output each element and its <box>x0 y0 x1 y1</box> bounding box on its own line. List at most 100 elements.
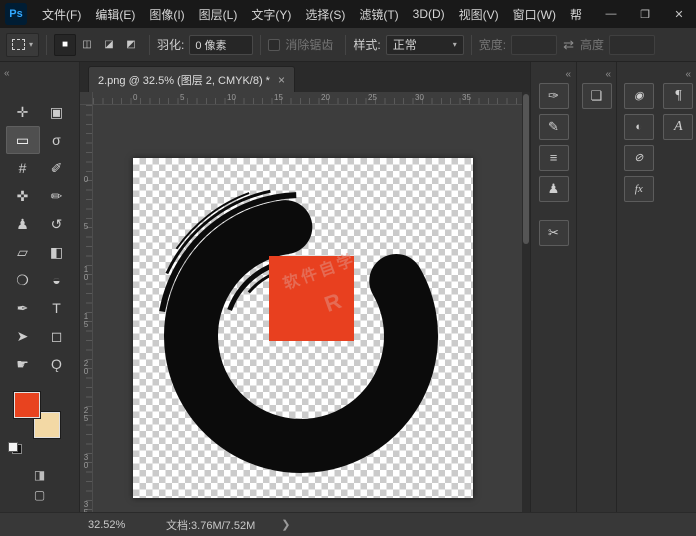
shape-tool[interactable]: ◻ <box>40 322 74 350</box>
type-tool[interactable]: T <box>40 294 74 322</box>
brush-settings-panel-icon[interactable]: ✑ <box>539 83 569 109</box>
ruler-number: 35 <box>82 484 91 512</box>
gradient-tool[interactable]: ◧ <box>40 238 74 266</box>
minimize-button[interactable]: — <box>594 0 628 28</box>
menu-item[interactable]: 滤镜(T) <box>352 0 405 28</box>
style-dropdown[interactable]: 正常 ▾ <box>386 35 464 55</box>
document-size-info: 文档:3.76M/7.52M <box>166 517 255 533</box>
subtract-from-selection-button[interactable]: ◪ <box>98 34 120 56</box>
brush-presets-panel-icon[interactable]: ✎ <box>539 114 569 140</box>
color-panel-icon[interactable]: ◉ <box>624 83 654 109</box>
close-tab-icon[interactable]: × <box>278 73 285 87</box>
ruler-number: 5 <box>82 202 91 249</box>
width-label: 宽度: <box>479 36 506 53</box>
ruler-number: 30 <box>415 92 462 104</box>
menu-item[interactable]: 编辑(E) <box>88 0 142 28</box>
zoom-tool[interactable]: Ǫ <box>40 350 74 378</box>
cut-panel-icon[interactable]: ✂ <box>539 220 569 246</box>
properties-panel-icon[interactable]: ≡ <box>539 145 569 171</box>
ruler-number: 15 <box>82 296 91 343</box>
clone-stamp-tool[interactable]: ♟ <box>6 210 40 238</box>
pen-tool[interactable]: ✒ <box>6 294 40 322</box>
menu-item[interactable]: 图层(L) <box>192 0 245 28</box>
selection-mode-group: ■◫◪◩ <box>54 34 142 56</box>
move-tool[interactable]: ✛ <box>6 98 40 126</box>
close-button[interactable]: ✕ <box>662 0 696 28</box>
dock-b-icons: ❏ <box>577 83 616 109</box>
path-selection-tool[interactable]: ➤ <box>6 322 40 350</box>
menu-item[interactable]: 视图(V) <box>452 0 506 28</box>
brush-tool[interactable]: ✏ <box>40 182 74 210</box>
character-styles-panel-icon[interactable]: A <box>663 114 693 140</box>
ruler-number: 25 <box>82 390 91 437</box>
ruler-number: 10 <box>227 92 274 104</box>
divider <box>149 35 150 55</box>
dock-header: « <box>531 62 576 78</box>
intersect-selection-button[interactable]: ◩ <box>120 34 142 56</box>
ruler-number: 5 <box>180 92 227 104</box>
ruler-number: 15 <box>274 92 321 104</box>
restore-button[interactable]: ❐ <box>628 0 662 28</box>
ruler-number: 0 <box>133 92 180 104</box>
scrollbar-thumb[interactable] <box>523 94 529 244</box>
screen-mode-button[interactable]: ▢ <box>34 488 45 502</box>
feather-input[interactable] <box>189 35 253 55</box>
style-label: 样式: <box>353 36 380 53</box>
new-selection-button[interactable]: ■ <box>54 34 76 56</box>
canvas-document[interactable]: 软件自学 R <box>133 158 473 498</box>
rectangular-marquee-tool[interactable]: ▭ <box>6 126 40 154</box>
document-tab-title: 2.png @ 32.5% (图层 2, CMYK/8) * <box>98 72 270 88</box>
status-chevron-icon[interactable]: ❯ <box>281 518 290 531</box>
crop-tool[interactable]: # <box>6 154 40 182</box>
quick-mask-button[interactable]: ◨ <box>34 468 45 482</box>
menu-item[interactable]: 帮 <box>563 0 589 28</box>
clone-source-panel-icon[interactable]: ♟ <box>539 176 569 202</box>
menu-item[interactable]: 选择(S) <box>298 0 352 28</box>
collapse-dock-icon[interactable]: « <box>565 69 571 80</box>
vertical-scrollbar[interactable] <box>522 92 530 512</box>
eraser-tool[interactable]: ▱ <box>6 238 40 266</box>
main-workspace: « ✛▣▭σ#✐✜✏♟↺▱◧❍◒✒T➤◻☛Ǫ ◨ ▢ 2.png @ 32.5%… <box>0 62 696 512</box>
styles-panel-icon[interactable]: ⊘ <box>624 145 654 171</box>
hand-tool[interactable]: ☛ <box>6 350 40 378</box>
foreground-color-swatch[interactable] <box>14 392 40 418</box>
width-input[interactable] <box>511 35 557 55</box>
history-brush-tool[interactable]: ↺ <box>40 210 74 238</box>
add-to-selection-button[interactable]: ◫ <box>76 34 98 56</box>
paragraph-panel-icon[interactable]: ¶ <box>663 83 693 109</box>
dock-a-icons: ✑ ✎ ≡ ♟ ✂ <box>531 83 576 246</box>
frame-tool[interactable]: ▣ <box>40 98 74 126</box>
dock-c-left-icons: ◉ ◐ ⊘ fx <box>621 78 657 202</box>
document-tab[interactable]: 2.png @ 32.5% (图层 2, CMYK/8) * × <box>88 66 295 92</box>
chevron-down-icon: ▾ <box>453 40 457 49</box>
height-input[interactable] <box>609 35 655 55</box>
blur-tool[interactable]: ❍ <box>6 266 40 294</box>
lasso-tool[interactable]: σ <box>40 126 74 154</box>
chevron-down-icon: ▾ <box>29 40 33 49</box>
tool-preset-dropdown[interactable]: ▾ <box>6 33 39 57</box>
effects-panel-icon[interactable]: fx <box>624 176 654 202</box>
antialias-checkbox[interactable] <box>268 39 280 51</box>
panel-dock-a: « ✑ ✎ ≡ ♟ ✂ <box>530 62 576 512</box>
default-colors-icon[interactable] <box>8 442 22 454</box>
collapse-dock-icon[interactable]: « <box>605 69 611 80</box>
canvas-region: 05101520253035 05101520253035 <box>80 92 530 512</box>
collapse-toolbar-icon[interactable]: « <box>4 68 10 79</box>
dodge-tool[interactable]: ◒ <box>40 266 74 294</box>
layers-panel-icon[interactable]: ❏ <box>582 83 612 109</box>
ruler-number: 25 <box>368 92 415 104</box>
ruler-number: 20 <box>321 92 368 104</box>
menu-item[interactable]: 文字(Y) <box>244 0 298 28</box>
healing-brush-tool[interactable]: ✜ <box>6 182 40 210</box>
menu-item[interactable]: 文件(F) <box>35 0 88 28</box>
ruler-number: 0 <box>82 155 91 202</box>
adjustments-panel-icon[interactable]: ◐ <box>624 114 654 140</box>
eyedropper-tool[interactable]: ✐ <box>40 154 74 182</box>
zoom-level-field[interactable]: 32.52% <box>88 519 140 531</box>
menu-item[interactable]: 图像(I) <box>142 0 191 28</box>
color-swatches <box>14 392 60 438</box>
swap-dimensions-icon[interactable]: ⇄ <box>563 37 574 53</box>
divider <box>46 35 47 55</box>
menu-item[interactable]: 窗口(W) <box>506 0 563 28</box>
menu-item[interactable]: 3D(D) <box>406 0 452 28</box>
